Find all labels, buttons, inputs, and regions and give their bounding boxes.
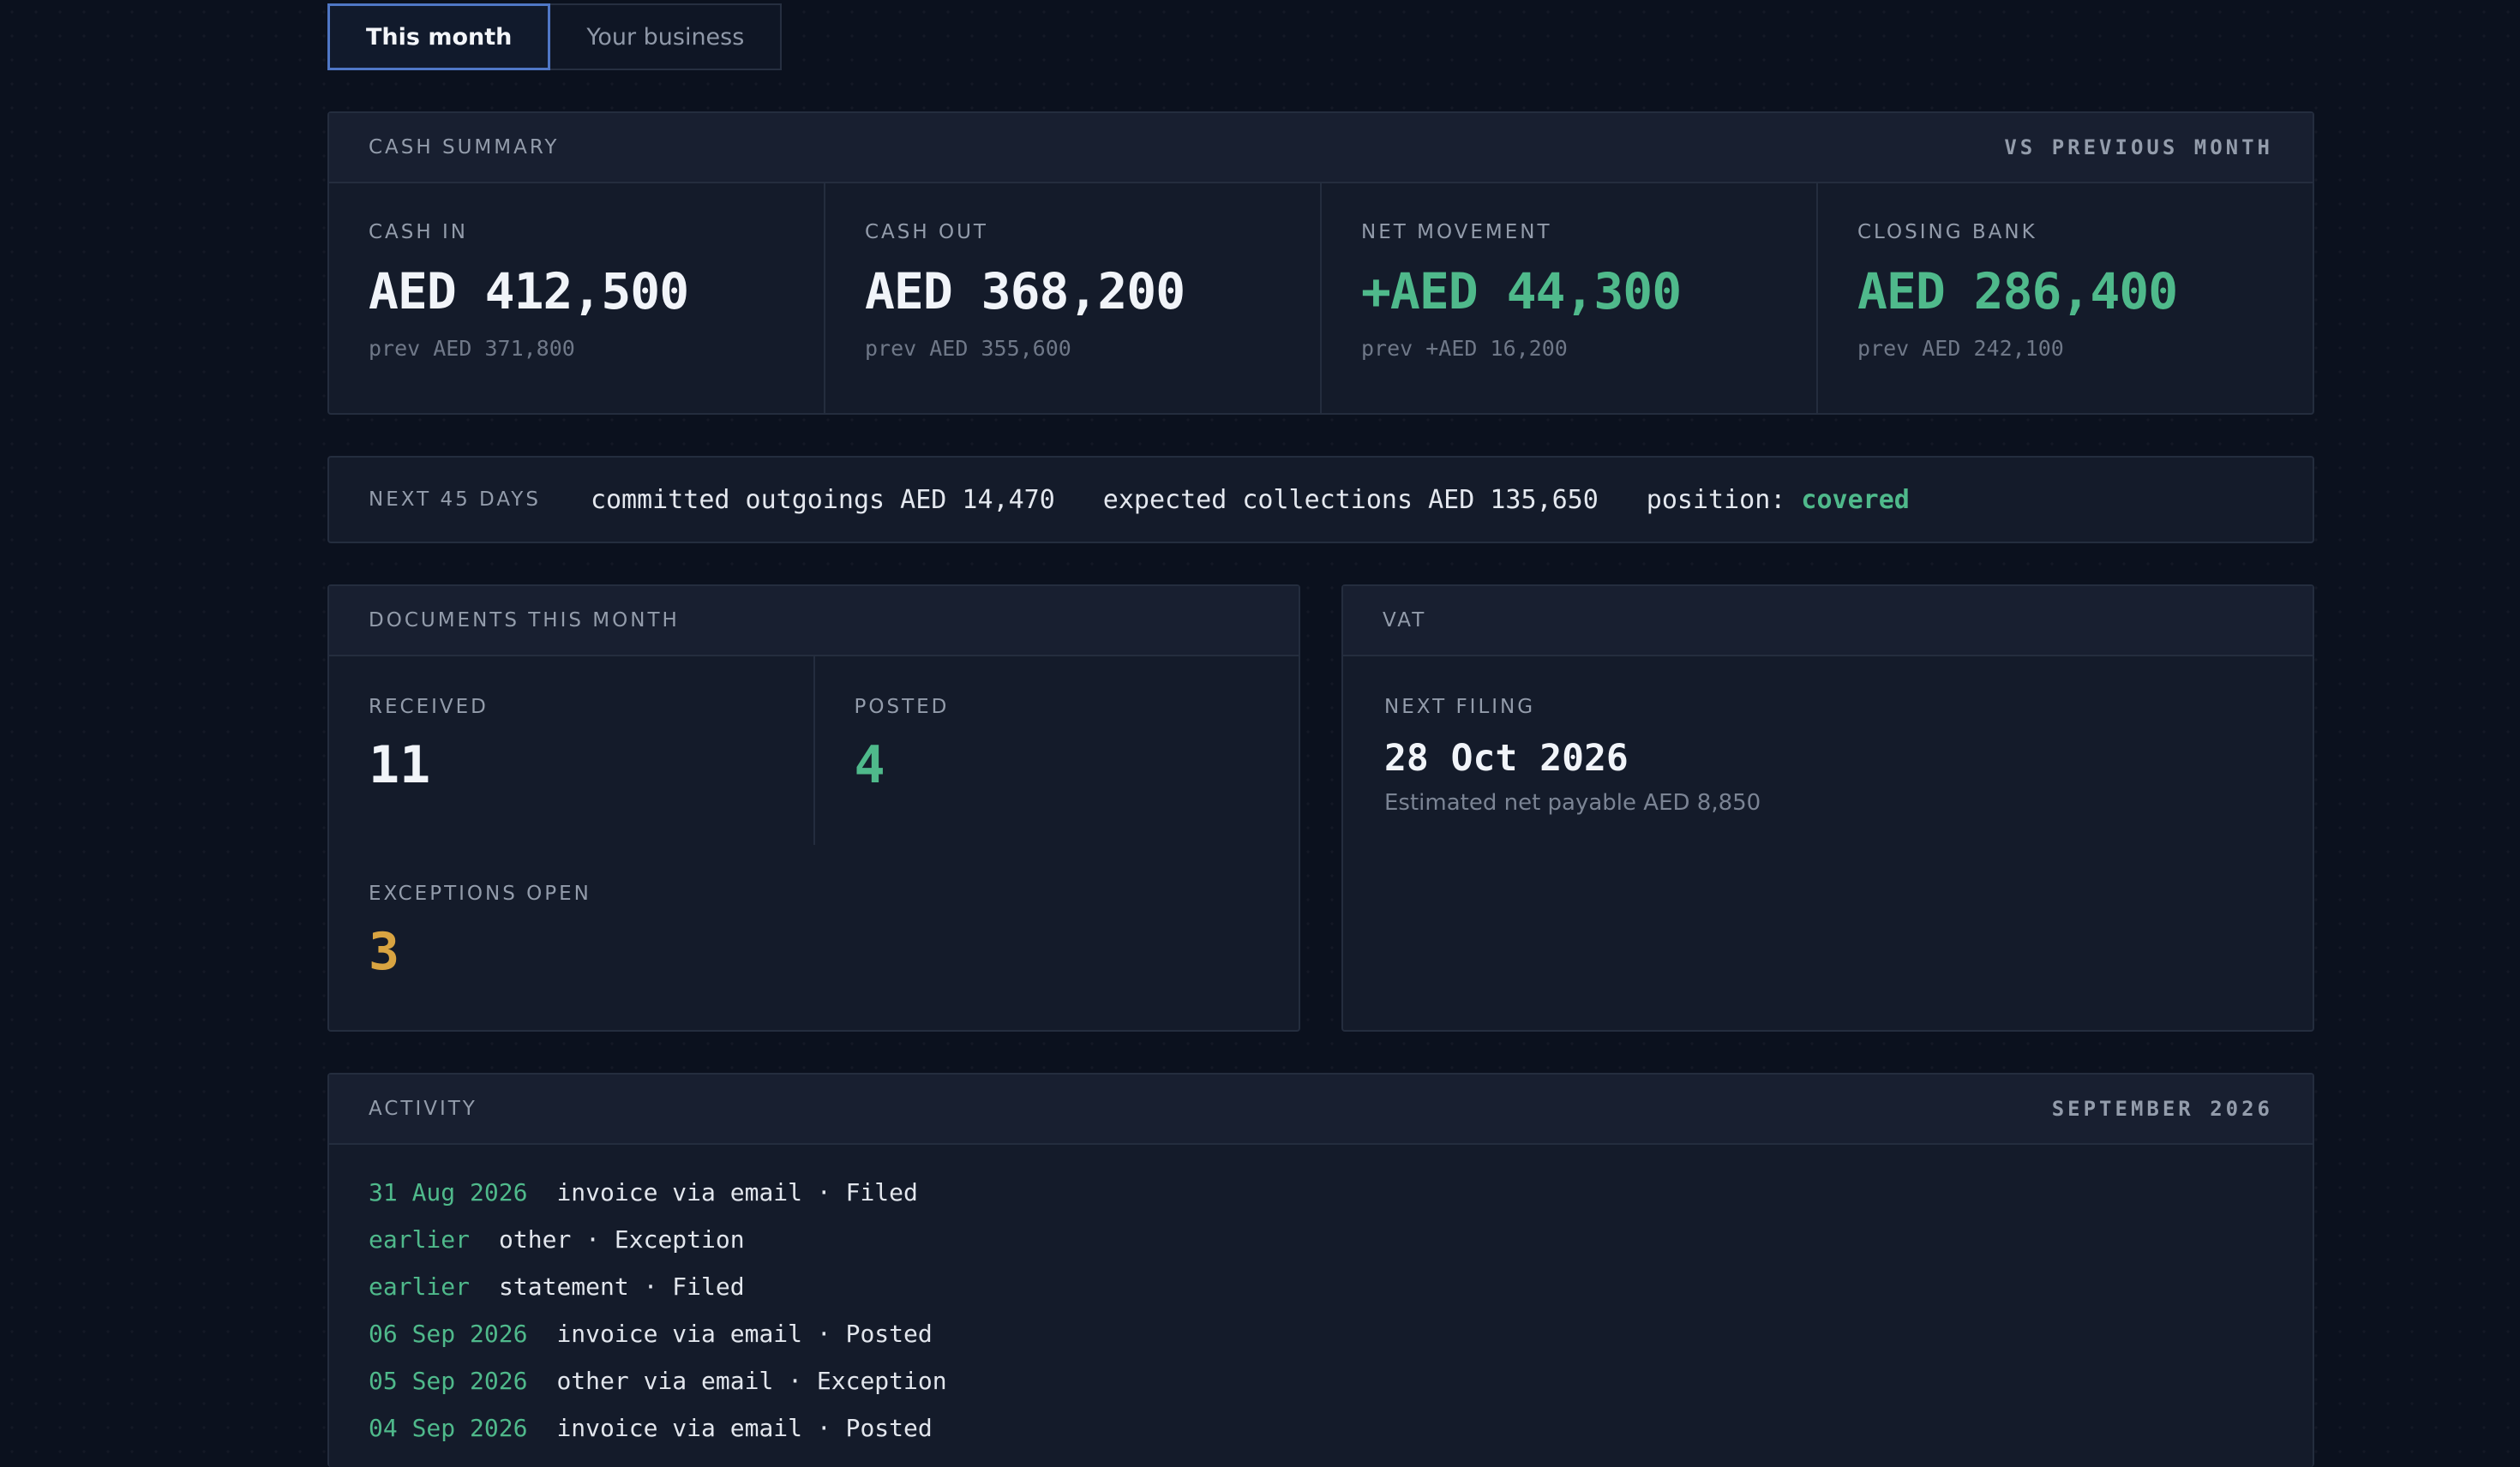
activity-title: Activity <box>369 1098 477 1120</box>
metric-value: AED 412,500 <box>369 262 689 320</box>
comparison-label: vs previous month <box>2004 135 2273 159</box>
posted-count-cell: Posted 4 <box>813 656 1299 845</box>
documents-panel: Documents this month Received 11 Posted … <box>327 584 1300 1032</box>
activity-text: other via email · Exception <box>556 1367 947 1395</box>
cash-out-metric: Cash out AED 368,200 prev AED 355,600 <box>824 183 1320 413</box>
metric-previous: prev +AED 16,200 <box>1361 336 1568 361</box>
committed-outgoings: committed outgoings AED 14,470 <box>590 484 1055 515</box>
received-count: 11 <box>369 735 431 795</box>
list-item: 04 Sep 2026 invoice via email · Posted <box>369 1404 2273 1452</box>
expected-collections: expected collections AED 135,650 <box>1102 484 1599 515</box>
exceptions-count: 3 <box>369 922 400 982</box>
vat-header: VAT <box>1343 586 2313 656</box>
vat-panel: VAT Next filing 28 Oct 2026 Estimated ne… <box>1341 584 2314 1032</box>
tab-this-month[interactable]: This month <box>327 3 551 70</box>
activity-date: earlier <box>369 1225 471 1254</box>
documents-title: Documents this month <box>369 609 680 632</box>
cash-metrics: Cash in AED 412,500 prev AED 371,800 Cas… <box>329 183 2313 413</box>
metric-previous: prev AED 371,800 <box>369 336 575 361</box>
activity-text: invoice via email · Filed <box>556 1178 918 1207</box>
exceptions-label: Exceptions open <box>369 883 591 905</box>
activity-text: invoice via email · Posted <box>556 1320 933 1348</box>
activity-date: earlier <box>369 1272 471 1301</box>
position-label: position: <box>1646 484 1786 515</box>
activity-panel: Activity September 2026 31 Aug 2026 invoi… <box>327 1073 2314 1467</box>
posted-count: 4 <box>854 735 885 795</box>
activity-date: 05 Sep 2026 <box>369 1367 528 1395</box>
posted-label: Posted <box>854 696 950 718</box>
activity-text: statement · Filed <box>499 1272 745 1301</box>
metric-label: Cash out <box>865 221 988 243</box>
documents-counts: Received 11 Posted 4 <box>329 656 1299 845</box>
list-item: 31 Aug 2026 invoice via email · Filed <box>369 1169 2273 1216</box>
documents-header: Documents this month <box>329 586 1299 656</box>
summary-columns: Documents this month Received 11 Posted … <box>327 584 2314 1032</box>
list-item: 05 Sep 2026 other via email · Exception <box>369 1357 2273 1404</box>
metric-previous: prev AED 242,100 <box>1857 336 2064 361</box>
activity-date: 31 Aug 2026 <box>369 1178 528 1207</box>
view-tabs: This month Your business <box>327 3 2314 70</box>
dashboard: This month Your business Cash summary vs… <box>327 3 2314 1467</box>
activity-date: 04 Sep 2026 <box>369 1414 528 1442</box>
activity-date: 06 Sep 2026 <box>369 1320 528 1348</box>
activity-period: September 2026 <box>2051 1097 2273 1121</box>
list-item: 06 Sep 2026 invoice via email · Posted <box>369 1310 2273 1357</box>
next-45-days-label: Next 45 days <box>369 488 541 511</box>
cash-summary-header: Cash summary vs previous month <box>329 113 2313 183</box>
net-movement-metric: Net movement +AED 44,300 prev +AED 16,20… <box>1320 183 1816 413</box>
vat-body: Next filing 28 Oct 2026 Estimated net pa… <box>1343 656 2313 816</box>
cash-in-metric: Cash in AED 412,500 prev AED 371,800 <box>329 183 824 413</box>
exceptions-cell: Exceptions open 3 <box>329 845 1299 982</box>
activity-header: Activity September 2026 <box>329 1075 2313 1145</box>
activity-text: other · Exception <box>499 1225 745 1254</box>
vat-title: VAT <box>1383 609 1427 632</box>
cash-position: position: covered <box>1647 485 1910 515</box>
next-filing-label: Next filing <box>1384 696 1536 718</box>
metric-label: Cash in <box>369 221 468 243</box>
list-item: earlier other · Exception <box>369 1216 2273 1263</box>
list-item: earlier statement · Filed <box>369 1263 2273 1310</box>
received-label: Received <box>369 696 489 718</box>
activity-list: 31 Aug 2026 invoice via email · Filed ear… <box>329 1145 2313 1452</box>
next-45-days-strip: Next 45 days committed outgoings AED 14,… <box>327 456 2314 543</box>
metric-label: Closing bank <box>1857 221 2037 243</box>
metric-value: +AED 44,300 <box>1361 262 1682 320</box>
metric-value: AED 368,200 <box>865 262 1185 320</box>
position-status: covered <box>1801 484 1910 515</box>
next-filing-date: 28 Oct 2026 <box>1384 737 1629 780</box>
activity-text: invoice via email · Posted <box>556 1414 933 1442</box>
closing-bank-metric: Closing bank AED 286,400 prev AED 242,10… <box>1816 183 2313 413</box>
metric-value: AED 286,400 <box>1857 262 2178 320</box>
metric-label: Net movement <box>1361 221 1552 243</box>
vat-estimate: Estimated net payable AED 8,850 <box>1384 790 1761 816</box>
tab-your-business[interactable]: Your business <box>550 3 783 70</box>
cash-summary-panel: Cash summary vs previous month Cash in A… <box>327 111 2314 415</box>
metric-previous: prev AED 355,600 <box>865 336 1071 361</box>
received-count-cell: Received 11 <box>329 656 813 845</box>
cash-summary-title: Cash summary <box>369 136 560 159</box>
